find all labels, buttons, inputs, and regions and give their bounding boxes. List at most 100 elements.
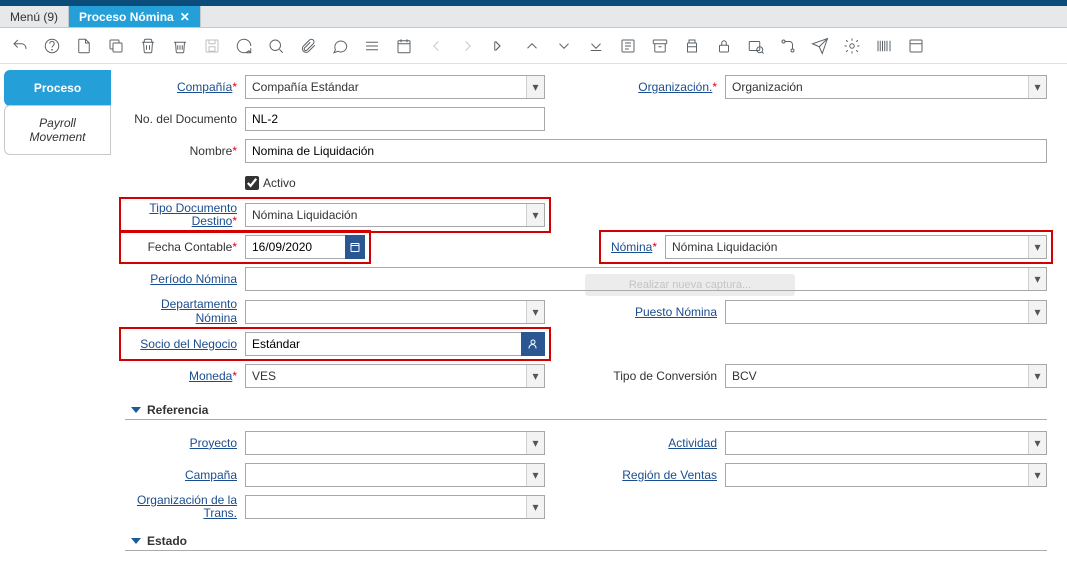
up-icon[interactable] xyxy=(522,36,542,56)
label-activo: Activo xyxy=(263,176,296,190)
chevron-down-icon[interactable]: ▾ xyxy=(526,496,544,518)
down-icon[interactable] xyxy=(554,36,574,56)
last-icon[interactable] xyxy=(586,36,606,56)
label-departamento-nomina: DepartamentoNómina xyxy=(125,298,245,324)
combo-value: Nómina Liquidación xyxy=(666,236,1028,258)
first-icon[interactable] xyxy=(490,36,510,56)
search-icon[interactable] xyxy=(266,36,286,56)
section-referencia[interactable]: Referencia xyxy=(125,403,1047,420)
combo-proyecto[interactable]: ▾ xyxy=(245,431,545,455)
tab-bar: Menú (9) Proceso Nómina ✕ xyxy=(0,6,1067,28)
calendar-icon[interactable] xyxy=(394,36,414,56)
lookup-icon[interactable] xyxy=(521,332,545,356)
combo-nomina[interactable]: Nómina Liquidación ▾ xyxy=(665,235,1047,259)
chevron-down-icon[interactable]: ▾ xyxy=(526,76,544,98)
combo-periodo-nomina[interactable]: ▾ xyxy=(245,267,1047,291)
label-periodo-nomina: Período Nómina xyxy=(125,272,245,286)
new-icon[interactable] xyxy=(74,36,94,56)
gear-icon[interactable] xyxy=(842,36,862,56)
toolbar xyxy=(0,28,1067,64)
section-estado[interactable]: Estado xyxy=(125,534,1047,551)
calendar-picker-icon[interactable] xyxy=(345,235,365,259)
send-icon[interactable] xyxy=(810,36,830,56)
chevron-down-icon[interactable]: ▾ xyxy=(526,301,544,323)
combo-value xyxy=(726,301,1028,323)
copy-icon[interactable] xyxy=(106,36,126,56)
combo-tipo-doc-destino[interactable]: Nómina Liquidación ▾ xyxy=(245,203,545,227)
combo-region-ventas[interactable]: ▾ xyxy=(725,463,1047,487)
combo-value: BCV xyxy=(726,365,1028,387)
combo-org-trans[interactable]: ▾ xyxy=(245,495,545,519)
workflow-icon[interactable] xyxy=(778,36,798,56)
help-icon[interactable] xyxy=(42,36,62,56)
combo-value: Nómina Liquidación xyxy=(246,204,526,226)
chevron-down-icon[interactable]: ▾ xyxy=(1028,365,1046,387)
combo-puesto-nomina[interactable]: ▾ xyxy=(725,300,1047,324)
label-puesto-nomina: Puesto Nómina xyxy=(605,305,725,319)
next-icon[interactable] xyxy=(458,36,478,56)
sidebar-item-proceso[interactable]: Proceso xyxy=(4,70,111,106)
combo-departamento-nomina[interactable]: ▾ xyxy=(245,300,545,324)
refresh-icon[interactable] xyxy=(234,36,254,56)
label-nombre: Nombre* xyxy=(125,144,245,158)
chevron-down-icon[interactable]: ▾ xyxy=(526,365,544,387)
save-icon[interactable] xyxy=(202,36,222,56)
barcode-icon[interactable] xyxy=(874,36,894,56)
sidebar-item-label: Payroll xyxy=(11,116,104,130)
prev-icon[interactable] xyxy=(426,36,446,56)
chevron-down-icon[interactable]: ▾ xyxy=(1028,464,1046,486)
archive-icon[interactable] xyxy=(650,36,670,56)
list-icon[interactable] xyxy=(362,36,382,56)
delete-all-icon[interactable] xyxy=(170,36,190,56)
label-campana: Campaña xyxy=(125,468,245,482)
chevron-down-icon[interactable]: ▾ xyxy=(1028,76,1046,98)
tab-menu[interactable]: Menú (9) xyxy=(0,6,69,27)
checkbox-activo[interactable] xyxy=(245,176,259,190)
attachment-icon[interactable] xyxy=(298,36,318,56)
label-socio-negocio: Socio del Negocio xyxy=(125,337,245,351)
label-tipo-doc-destino: Tipo DocumentoDestino* xyxy=(125,202,245,228)
zoom-record-icon[interactable] xyxy=(746,36,766,56)
input-no-documento[interactable] xyxy=(245,107,545,131)
combo-actividad[interactable]: ▾ xyxy=(725,431,1047,455)
combo-compania[interactable]: Compañía Estándar ▾ xyxy=(245,75,545,99)
chevron-down-icon[interactable]: ▾ xyxy=(526,204,544,226)
chevron-down-icon[interactable]: ▾ xyxy=(526,464,544,486)
chevron-down-icon[interactable]: ▾ xyxy=(1028,301,1046,323)
label-compania: Compañía* xyxy=(125,80,245,94)
combo-value xyxy=(726,464,1028,486)
label-fecha-contable: Fecha Contable* xyxy=(125,240,245,254)
combo-tipo-conversion[interactable]: BCV ▾ xyxy=(725,364,1047,388)
sidebar: Proceso Payroll Movement xyxy=(0,64,115,562)
chevron-down-icon[interactable]: ▾ xyxy=(1028,432,1046,454)
report-icon[interactable] xyxy=(618,36,638,56)
chevron-down-icon[interactable]: ▾ xyxy=(1028,236,1046,258)
sidebar-item-payroll-movement[interactable]: Payroll Movement xyxy=(4,105,111,155)
chevron-down-icon[interactable]: ▾ xyxy=(1028,268,1046,290)
tab-proceso-nomina[interactable]: Proceso Nómina ✕ xyxy=(69,6,201,27)
combo-value xyxy=(246,432,526,454)
close-icon[interactable]: ✕ xyxy=(180,10,190,24)
combo-campana[interactable]: ▾ xyxy=(245,463,545,487)
input-nombre[interactable] xyxy=(245,139,1047,163)
label-organizacion: Organización.* xyxy=(605,80,725,94)
fullscreen-icon[interactable] xyxy=(906,36,926,56)
triangle-down-icon xyxy=(131,538,141,544)
combo-value xyxy=(246,464,526,486)
input-fecha-contable[interactable] xyxy=(245,235,345,259)
print-icon[interactable] xyxy=(682,36,702,56)
input-socio-negocio[interactable] xyxy=(245,332,521,356)
combo-moneda[interactable]: VES ▾ xyxy=(245,364,545,388)
label-region-ventas: Región de Ventas xyxy=(605,468,725,482)
chevron-down-icon[interactable]: ▾ xyxy=(526,432,544,454)
checkbox-activo-wrap[interactable]: Activo xyxy=(245,176,296,190)
combo-organizacion[interactable]: Organización ▾ xyxy=(725,75,1047,99)
chat-icon[interactable] xyxy=(330,36,350,56)
combo-value xyxy=(246,301,526,323)
tab-active-label: Proceso Nómina xyxy=(79,10,174,24)
label-tipo-conversion: Tipo de Conversión xyxy=(605,369,725,383)
sidebar-item-label: Movement xyxy=(11,130,104,144)
lock-icon[interactable] xyxy=(714,36,734,56)
delete-icon[interactable] xyxy=(138,36,158,56)
undo-icon[interactable] xyxy=(10,36,30,56)
